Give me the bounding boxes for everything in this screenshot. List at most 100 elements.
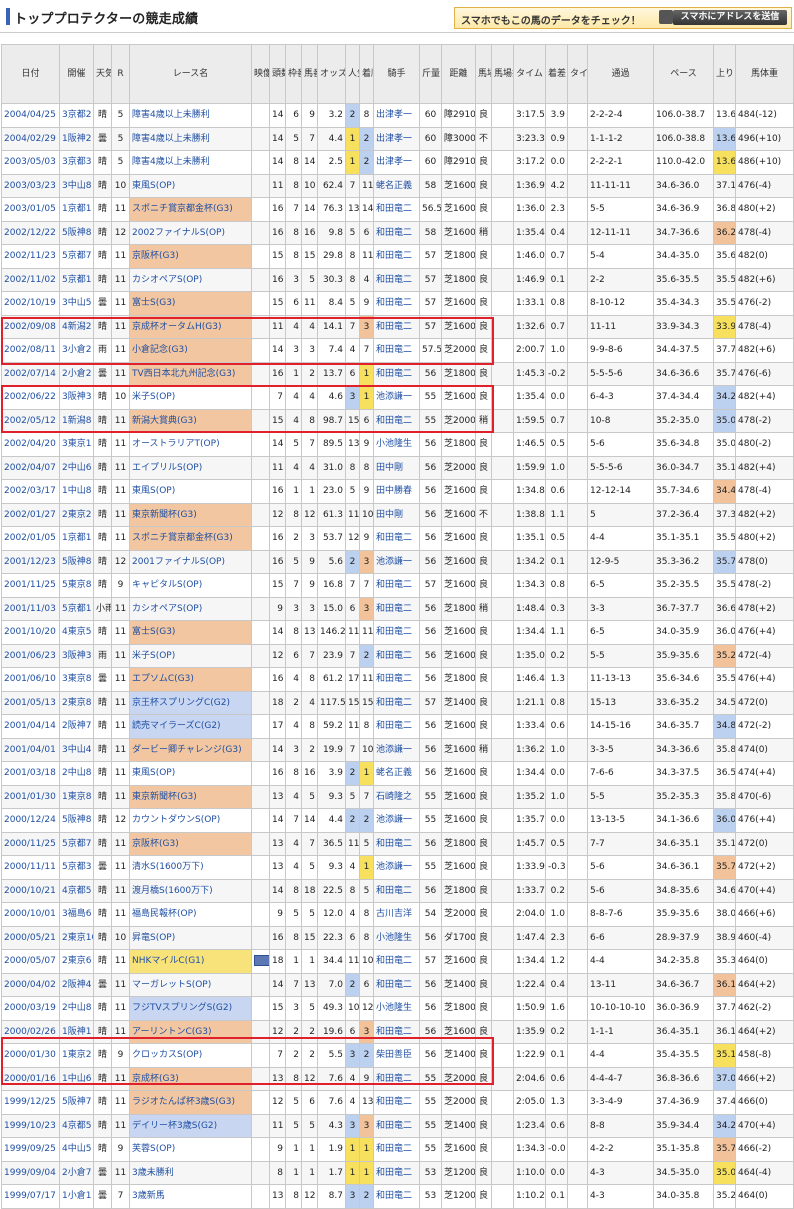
cell-date[interactable]: 2000/12/24 [1,808,60,833]
cell-name[interactable]: カシオペアS(OP) [129,267,252,292]
date-text[interactable]: 2001/10/20 [4,627,56,637]
jockey-text[interactable]: 田中剛 [376,510,403,520]
date-text[interactable]: 2000/12/24 [4,815,56,825]
venue-text[interactable]: 3東京1 [62,439,91,449]
date-text[interactable]: 2001/11/03 [4,604,56,614]
name-text[interactable]: スポニチ賞京都金杯(G3) [132,204,233,214]
cell-name[interactable]: 京王杯スプリングC(G2) [129,690,252,715]
cell-venue[interactable]: 2小倉7 [59,1160,94,1185]
jockey-text[interactable]: 和田竜二 [376,369,412,379]
cell-name[interactable]: スポニチ賞京都金杯(G3) [129,197,252,222]
date-text[interactable]: 2000/11/11 [4,862,56,872]
date-text[interactable]: 2002/07/14 [4,369,56,379]
cell-name[interactable]: 2002ファイナルS(OP) [129,220,252,245]
cell-venue[interactable]: 5阪神8 [59,549,94,574]
name-text[interactable]: 新潟大賞典(G3) [132,416,197,426]
cell-venue[interactable]: 5京都1 [59,267,94,292]
jockey-text[interactable]: 和田竜二 [376,1027,412,1037]
cell-venue[interactable]: 1阪神2 [59,126,94,151]
cell-venue[interactable]: 3中山5 [59,291,94,316]
name-text[interactable]: カシオペアS(OP) [132,604,202,614]
venue-text[interactable]: 1中山8 [62,486,91,496]
venue-text[interactable]: 5京都1 [62,275,91,285]
cell-jockey[interactable]: 和田竜二 [373,408,420,433]
cell-name[interactable]: マーガレットS(OP) [129,972,252,997]
name-text[interactable]: スポニチ賞京都金杯(G3) [132,533,233,543]
date-text[interactable]: 2000/04/02 [4,980,56,990]
jockey-text[interactable]: 池添謙一 [376,392,412,402]
venue-text[interactable]: 4中山5 [62,1144,91,1154]
name-text[interactable]: 清水S(1600万下) [132,862,204,872]
cell-date[interactable]: 2002/04/20 [1,432,60,457]
date-text[interactable]: 2000/01/16 [4,1074,56,1084]
jockey-text[interactable]: 和田竜二 [376,580,412,590]
cell-venue[interactable]: 3京都2 [59,103,94,128]
cell-jockey[interactable]: 和田竜二 [373,361,420,386]
name-text[interactable]: 小倉記念(G3) [132,345,188,355]
cell-venue[interactable]: 3京都3 [59,150,94,175]
cell-date[interactable]: 2000/01/16 [1,1066,60,1091]
cell-jockey[interactable]: 和田竜二 [373,1090,420,1115]
date-text[interactable]: 2000/02/26 [4,1027,56,1037]
cell-jockey[interactable]: 小池隆生 [373,996,420,1021]
cell-name[interactable]: NHKマイルC(G1) [129,949,252,974]
jockey-text[interactable]: 和田竜二 [376,1144,412,1154]
cell-date[interactable]: 2000/10/01 [1,902,60,927]
cell-venue[interactable]: 3中山4 [59,737,94,762]
cell-venue[interactable]: 1中山8 [59,479,94,504]
venue-text[interactable]: 1東京2 [62,1050,91,1060]
cell-date[interactable]: 2001/12/23 [1,549,60,574]
name-text[interactable]: 芙蓉S(OP) [132,1144,175,1154]
cell-jockey[interactable]: 和田竜二 [373,338,420,363]
name-text[interactable]: カシオペアS(OP) [132,275,202,285]
cell-venue[interactable]: 5阪神8 [59,808,94,833]
cell-date[interactable]: 2004/02/29 [1,126,60,151]
jockey-text[interactable]: 和田竜二 [376,674,412,684]
venue-text[interactable]: 2中山8 [62,768,91,778]
date-text[interactable]: 2002/10/19 [4,298,56,308]
cell-date[interactable]: 2002/01/27 [1,502,60,527]
cell-name[interactable]: 京阪杯(G3) [129,244,252,269]
jockey-text[interactable]: 古川吉洋 [376,909,412,919]
cell-venue[interactable]: 4東京5 [59,620,94,645]
jockey-text[interactable]: 和田竜二 [376,1168,412,1178]
name-text[interactable]: 京成杯オータムH(G3) [132,322,222,332]
name-text[interactable]: オーストラリアT(OP) [132,439,220,449]
cell-name[interactable]: 東京新聞杯(G3) [129,502,252,527]
jockey-text[interactable]: 和田竜二 [376,345,412,355]
cell-venue[interactable]: 5京都1 [59,596,94,621]
venue-text[interactable]: 1阪神2 [62,134,91,144]
cell-venue[interactable]: 2中山8 [59,996,94,1021]
cell-name[interactable]: クロッカスS(OP) [129,1043,252,1068]
name-text[interactable]: 京阪杯(G3) [132,251,179,261]
jockey-text[interactable]: 和田竜二 [376,956,412,966]
cell-venue[interactable]: 2阪神7 [59,714,94,739]
cell-jockey[interactable]: 和田竜二 [373,197,420,222]
venue-text[interactable]: 3小倉2 [62,345,91,355]
cell-name[interactable]: 障害4歳以上未勝利 [129,103,252,128]
cell-venue[interactable]: 1小倉1 [59,1184,94,1209]
name-text[interactable]: 米子S(OP) [132,651,175,661]
name-text[interactable]: デイリー杯3歳S(G2) [132,1121,217,1131]
date-text[interactable]: 1999/10/23 [4,1121,56,1131]
cell-date[interactable]: 2002/06/22 [1,385,60,410]
date-text[interactable]: 1999/09/25 [4,1144,56,1154]
date-text[interactable]: 2000/03/19 [4,1003,56,1013]
venue-text[interactable]: 3中山8 [62,181,91,191]
name-text[interactable]: エイプリルS(OP) [132,463,202,473]
cell-name[interactable]: 米子S(OP) [129,385,252,410]
cell-venue[interactable]: 1阪神1 [59,1019,94,1044]
cell-name[interactable]: ダービー卿チャレンジ(G3) [129,737,252,762]
cell-date[interactable]: 2002/01/05 [1,526,60,551]
date-text[interactable]: 2000/11/25 [4,839,56,849]
jockey-text[interactable]: 小池隆生 [376,1003,412,1013]
date-text[interactable]: 2000/01/30 [4,1050,56,1060]
venue-text[interactable]: 3阪神3 [62,392,91,402]
cell-jockey[interactable]: 和田竜二 [373,1137,420,1162]
cell-jockey[interactable]: 和田竜二 [373,878,420,903]
date-text[interactable]: 2002/05/12 [4,416,56,426]
date-text[interactable]: 2003/03/23 [4,181,56,191]
name-text[interactable]: クロッカスS(OP) [132,1050,202,1060]
venue-text[interactable]: 1新潟8 [62,416,91,426]
cell-date[interactable]: 2001/06/23 [1,643,60,668]
